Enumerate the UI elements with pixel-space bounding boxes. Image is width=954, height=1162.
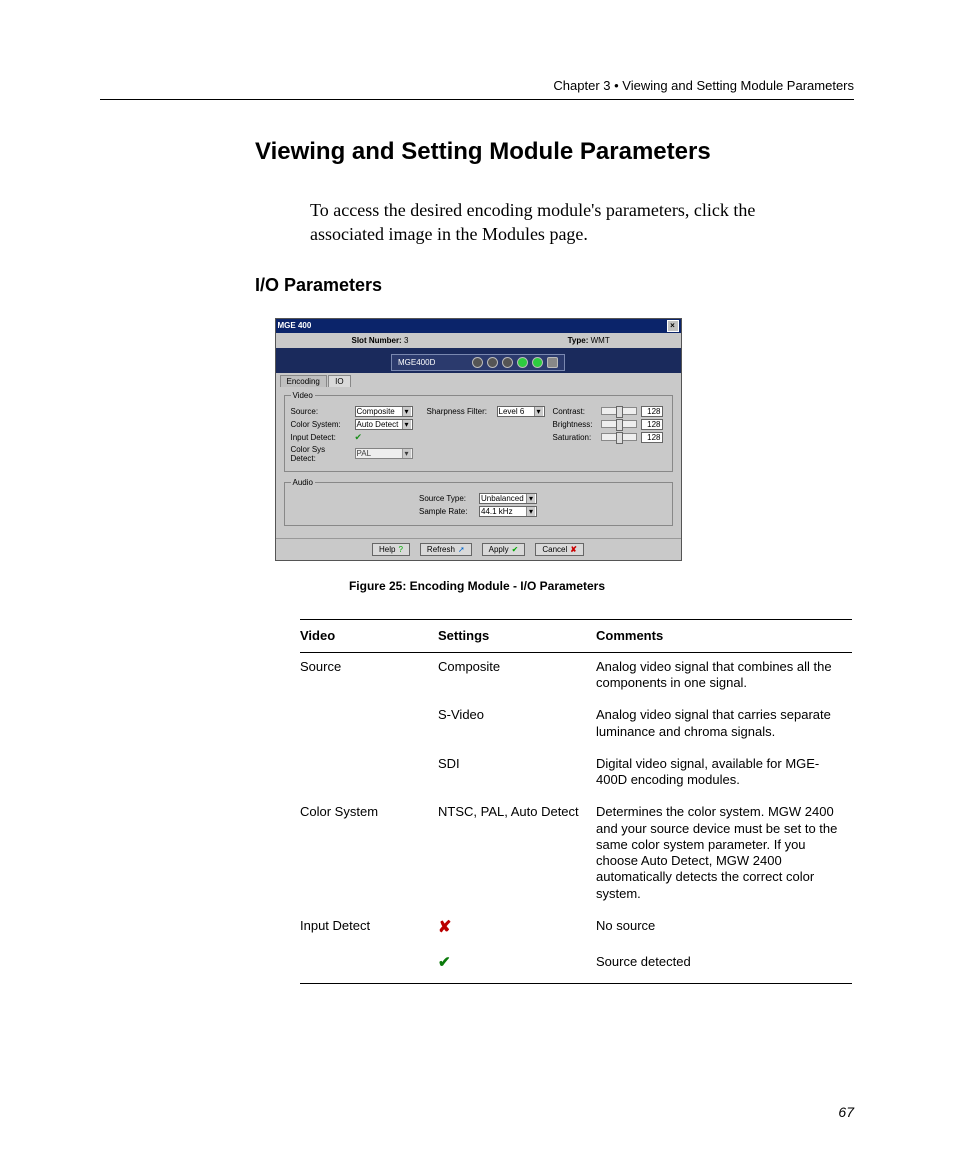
col-header-comments: Comments [596,619,852,652]
intro-paragraph: To access the desired encoding module's … [310,198,820,247]
port-icon [532,357,543,368]
check-icon: ✔ [355,432,363,443]
dialog-window: MGE 400 × Slot Number: 3 Type: WMT MGE40… [275,318,682,561]
source-type-select[interactable]: Unbalanced▾ [479,493,537,504]
source-select-value: Composite [357,407,395,416]
refresh-button[interactable]: Refresh➚ [420,543,472,556]
table-cell: Composite [438,652,596,701]
table-cell: Determines the color system. MGW 2400 an… [596,798,852,912]
table-cell: ✘ [438,912,596,948]
port-icon [517,357,528,368]
port-icon [502,357,513,368]
help-icon: ? [398,545,402,554]
figure-screenshot: MGE 400 × Slot Number: 3 Type: WMT MGE40… [275,318,680,561]
device-name: MGE400D [398,358,435,367]
slot-number-value: 3 [404,336,408,345]
contrast-value[interactable]: 128 [641,406,663,417]
sharpness-value: Level 6 [499,407,525,416]
input-detect-label: Input Detect: [291,433,351,442]
table-cell [300,750,438,799]
help-button[interactable]: Help? [372,543,410,556]
table-cell [300,701,438,750]
color-sys-detect-select[interactable]: PAL ▾ [355,448,413,459]
close-icon[interactable]: × [667,320,679,332]
tab-encoding[interactable]: Encoding [280,375,327,387]
source-select[interactable]: Composite ▾ [355,406,413,417]
device-image: MGE400D [391,354,565,371]
port-icon [547,357,558,368]
table-cell: SDI [438,750,596,799]
page-number: 67 [838,1104,854,1120]
port-icon [472,357,483,368]
color-system-label: Color System: [291,420,351,429]
contrast-label: Contrast: [553,407,597,416]
x-icon: ✘ [438,919,451,936]
brightness-label: Brightness: [553,420,597,429]
table-cell: Analog video signal that carries separat… [596,701,852,750]
color-sys-detect-label: Color Sys Detect: [291,445,351,463]
table-cell: ✔ [438,948,596,983]
check-icon: ✔ [438,954,451,971]
chevron-down-icon: ▾ [402,449,411,458]
brightness-slider[interactable] [601,420,637,428]
color-sys-detect-value: PAL [357,449,372,458]
section-heading-io: I/O Parameters [255,275,854,296]
table-cell: Source [300,652,438,701]
window-title: MGE 400 [278,321,312,330]
contrast-slider[interactable] [601,407,637,415]
saturation-slider[interactable] [601,433,637,441]
chevron-down-icon: ▾ [402,420,411,429]
color-system-select[interactable]: Auto Detect▾ [355,419,413,430]
check-icon: ✔ [512,545,519,554]
type-value: WMT [591,336,610,345]
apply-button[interactable]: Apply✔ [482,543,526,556]
table-cell [300,948,438,983]
cancel-button[interactable]: Cancel✘ [535,543,584,556]
saturation-value[interactable]: 128 [641,432,663,443]
running-header: Chapter 3 • Viewing and Setting Module P… [100,78,854,93]
saturation-label: Saturation: [553,433,597,442]
sharpness-label: Sharpness Filter: [427,407,493,416]
video-settings-table: Video Settings Comments SourceCompositeA… [300,619,852,984]
type-label: Type: [568,336,589,345]
chevron-down-icon: ▾ [526,507,535,516]
table-cell: No source [596,912,852,948]
table-cell: Digital video signal, available for MGE-… [596,750,852,799]
chevron-down-icon: ▾ [526,494,535,503]
table-cell: Color System [300,798,438,912]
page-title: Viewing and Setting Module Parameters [255,138,854,166]
source-label: Source: [291,407,351,416]
audio-group-legend: Audio [291,478,315,487]
figure-caption: Figure 25: Encoding Module - I/O Paramet… [100,579,854,593]
video-group-legend: Video [291,391,315,400]
port-icon [487,357,498,368]
col-header-settings: Settings [438,619,596,652]
table-cell: NTSC, PAL, Auto Detect [438,798,596,912]
table-cell: S-Video [438,701,596,750]
chevron-down-icon: ▾ [402,407,411,416]
sample-rate-select[interactable]: 44.1 kHz ▾ [479,506,537,517]
col-header-video: Video [300,619,438,652]
chevron-down-icon: ▾ [534,407,543,416]
sharpness-select[interactable]: Level 6 ▾ [497,406,545,417]
color-system-value: Auto Detect [357,420,399,429]
table-cell: Source detected [596,948,852,983]
table-cell: Analog video signal that combines all th… [596,652,852,701]
sample-rate-value: 44.1 kHz [481,507,513,516]
slot-number-label: Slot Number: [352,336,402,345]
refresh-icon: ➚ [458,545,465,554]
header-rule [100,99,854,100]
brightness-value[interactable]: 128 [641,419,663,430]
source-type-label: Source Type: [419,494,475,503]
table-cell: Input Detect [300,912,438,948]
source-type-value: Unbalanced [481,494,524,503]
sample-rate-label: Sample Rate: [419,507,475,516]
x-icon: ✘ [570,545,577,554]
tab-io[interactable]: IO [328,375,350,387]
